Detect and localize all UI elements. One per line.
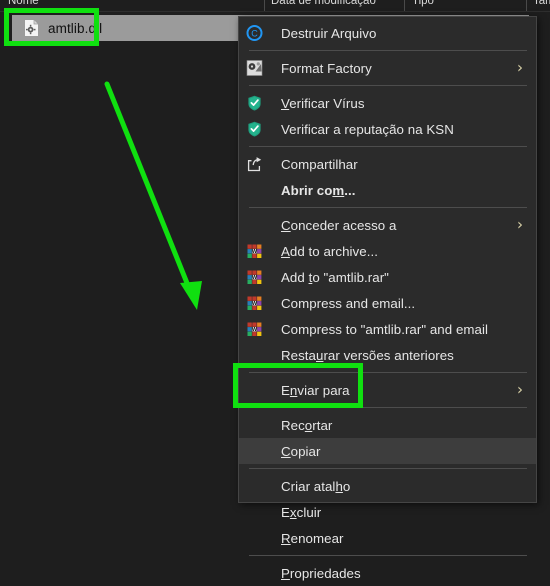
menu-separator xyxy=(249,146,527,147)
menu-item-compress-and-email[interactable]: W Compress and email... xyxy=(239,290,536,316)
menu-separator xyxy=(249,555,527,556)
menu-item-label: Excluir xyxy=(281,504,322,520)
winrar-icon: W xyxy=(246,321,263,338)
context-menu[interactable]: C Destruir Arquivo Format Factory › Veri… xyxy=(238,16,537,581)
menu-item-recortar[interactable]: Recortar xyxy=(239,412,536,438)
menu-item-verificar-reputacao-ksn[interactable]: Verificar a reputação na KSN xyxy=(239,116,536,142)
menu-item-label: Copiar xyxy=(281,443,321,459)
menu-separator xyxy=(249,85,527,86)
svg-text:W: W xyxy=(252,275,257,281)
ccleaner-circle-c-icon: C xyxy=(246,25,263,42)
svg-text:W: W xyxy=(252,249,257,255)
menu-item-propriedades[interactable]: Propriedades xyxy=(239,560,536,586)
menu-item-copiar[interactable]: Copiar xyxy=(239,438,536,464)
column-header-tipo[interactable]: Tipo xyxy=(412,0,434,7)
winrar-icon: W xyxy=(246,295,263,312)
chevron-right-icon: › xyxy=(517,380,523,399)
menu-item-criar-atalho[interactable]: Criar atalho xyxy=(239,473,536,499)
menu-item-add-to-archive[interactable]: W Add to archive... xyxy=(239,238,536,264)
menu-item-renomear[interactable]: Renomear xyxy=(239,525,536,551)
menu-item-conceder-acesso-a[interactable]: Conceder acesso a › xyxy=(239,212,536,238)
menu-item-label: Add to "amtlib.rar" xyxy=(281,269,389,285)
menu-item-label: Destruir Arquivo xyxy=(281,25,377,41)
share-icon xyxy=(246,156,263,173)
menu-item-excluir[interactable]: Excluir xyxy=(239,499,536,525)
menu-item-label: Renomear xyxy=(281,530,344,546)
menu-item-add-to-amtlib-rar[interactable]: W Add to "amtlib.rar" xyxy=(239,264,536,290)
chevron-right-icon: › xyxy=(517,58,523,77)
kaspersky-shield-icon xyxy=(246,95,263,112)
menu-separator xyxy=(249,50,527,51)
menu-item-label: Restaurar versões anteriores xyxy=(281,347,454,363)
menu-item-compartilhar[interactable]: Compartilhar xyxy=(239,151,536,177)
menu-item-label: Recortar xyxy=(281,417,333,433)
menu-item-label: Compress and email... xyxy=(281,295,416,311)
menu-item-label: Verificar a reputação na KSN xyxy=(281,121,454,137)
menu-item-label: Conceder acesso a xyxy=(281,217,397,233)
format-factory-icon xyxy=(246,60,263,77)
menu-item-compress-to-amtlib-rar-and-email[interactable]: W Compress to "amtlib.rar" and email xyxy=(239,316,536,342)
menu-item-format-factory[interactable]: Format Factory › xyxy=(239,55,536,81)
svg-text:W: W xyxy=(252,301,257,307)
menu-item-label: Abrir com... xyxy=(281,182,356,198)
svg-text:C: C xyxy=(251,29,258,39)
menu-item-abrir-com[interactable]: Abrir com... xyxy=(239,177,536,203)
menu-item-label: Propriedades xyxy=(281,565,361,581)
column-divider[interactable] xyxy=(526,0,527,11)
menu-separator xyxy=(249,468,527,469)
winrar-icon: W xyxy=(246,269,263,286)
menu-item-label: Verificar Vírus xyxy=(281,95,365,111)
menu-item-label: Criar atalho xyxy=(281,478,351,494)
svg-text:W: W xyxy=(252,327,257,333)
menu-item-label: Format Factory xyxy=(281,60,372,76)
column-divider[interactable] xyxy=(404,0,405,11)
menu-item-label: Add to archive... xyxy=(281,243,378,259)
column-divider[interactable] xyxy=(264,0,265,11)
menu-item-label: Compartilhar xyxy=(281,156,358,172)
file-highlight-box xyxy=(4,8,99,46)
column-header-data-modificacao[interactable]: Data de modificação xyxy=(271,0,376,7)
chevron-right-icon: › xyxy=(517,215,523,234)
copiar-highlight-box xyxy=(233,363,363,408)
menu-separator xyxy=(249,207,527,208)
column-header-tamanho[interactable]: Tam xyxy=(533,0,550,7)
winrar-icon: W xyxy=(246,243,263,260)
menu-item-verificar-virus[interactable]: Verificar Vírus xyxy=(239,90,536,116)
menu-item-destruir-arquivo[interactable]: C Destruir Arquivo xyxy=(239,20,536,46)
pointer-arrow xyxy=(104,81,202,310)
kaspersky-shield-icon xyxy=(246,121,263,138)
column-header-nome[interactable]: Nome xyxy=(8,0,39,7)
menu-item-label: Compress to "amtlib.rar" and email xyxy=(281,321,488,337)
